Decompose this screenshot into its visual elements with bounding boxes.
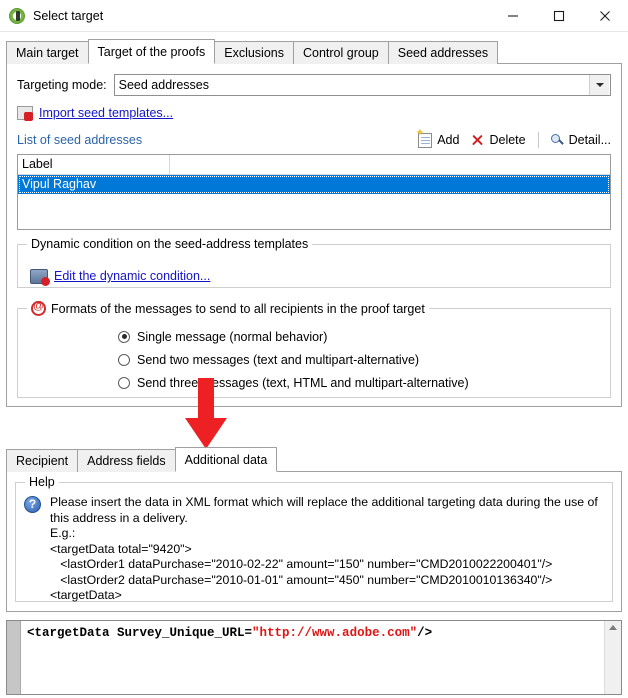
formats-group-title-text: Formats of the messages to send to all r… (51, 302, 425, 316)
seed-list-title: List of seed addresses (17, 133, 142, 147)
help-group: Help Please insert the data in XML forma… (15, 482, 613, 602)
dynamic-condition-group-title: Dynamic condition on the seed-address te… (27, 237, 312, 251)
help-body: Please insert the data in XML format whi… (24, 495, 604, 604)
import-seed-templates-row[interactable]: Import seed templates... (17, 105, 611, 121)
minimize-icon[interactable] (490, 0, 536, 31)
delete-button[interactable]: Delete (471, 133, 525, 147)
help-example-line-2: <lastOrder1 dataPurchase="2010-02-22" am… (50, 557, 604, 573)
format-options: Single message (normal behavior) Send tw… (18, 309, 610, 394)
maximize-icon[interactable] (536, 0, 582, 31)
code-suffix: /> (417, 626, 432, 640)
tab-exclusions[interactable]: Exclusions (214, 41, 294, 64)
editor-content[interactable]: <targetData Survey_Unique_URL="http://ww… (21, 621, 604, 694)
seed-address-list[interactable]: Label Vipul Raghav (17, 154, 611, 230)
at-sign-icon (31, 301, 46, 316)
magnifier-icon (551, 134, 564, 147)
help-paragraph: Please insert the data in XML format whi… (50, 495, 604, 526)
seed-list-toolbar: List of seed addresses Add Delete Detail… (17, 129, 611, 151)
select-target-dialog: Select target Main target Target of the … (0, 0, 628, 698)
tab-address-fields[interactable]: Address fields (77, 449, 176, 472)
targeting-mode-row: Targeting mode: Seed addresses (17, 74, 611, 96)
window-controls (490, 0, 628, 31)
help-group-title: Help (25, 475, 59, 489)
targeting-mode-select[interactable]: Seed addresses (114, 74, 611, 96)
edit-dynamic-condition-row[interactable]: Edit the dynamic condition... (18, 254, 610, 284)
close-icon[interactable] (582, 0, 628, 31)
help-icon (24, 496, 41, 513)
edit-condition-icon (30, 269, 48, 284)
editor-scrollbar[interactable] (604, 621, 621, 694)
detail-button-label: Detail... (569, 133, 611, 147)
column-header-empty[interactable] (170, 155, 610, 174)
help-example-line-4: <targetData> (50, 588, 604, 604)
formats-group: Formats of the messages to send to all r… (17, 308, 611, 398)
formats-group-title: Formats of the messages to send to all r… (27, 301, 429, 316)
add-button-label: Add (437, 133, 459, 147)
target-of-proofs-panel: Targeting mode: Seed addresses Import se… (6, 64, 622, 407)
title-bar: Select target (0, 0, 628, 32)
tab-recipient[interactable]: Recipient (6, 449, 78, 472)
targeting-mode-label: Targeting mode: (17, 78, 107, 92)
radio-indicator-two[interactable] (118, 354, 130, 366)
tab-additional-data[interactable]: Additional data (175, 447, 278, 472)
dynamic-condition-group: Dynamic condition on the seed-address te… (17, 244, 611, 288)
red-x-icon (471, 134, 484, 147)
editor-gutter (7, 621, 21, 694)
help-text: Please insert the data in XML format whi… (50, 495, 604, 604)
targeting-mode-value: Seed addresses (115, 78, 589, 92)
address-detail-section: Recipient Address fields Additional data… (0, 447, 628, 698)
tab-main-target[interactable]: Main target (6, 41, 89, 64)
app-icon (9, 8, 25, 24)
detail-button[interactable]: Detail... (551, 133, 611, 147)
import-seed-templates-link[interactable]: Import seed templates... (39, 106, 173, 120)
additional-data-panel: Help Please insert the data in XML forma… (6, 472, 622, 612)
xml-code-editor[interactable]: <targetData Survey_Unique_URL="http://ww… (6, 620, 622, 695)
delete-button-label: Delete (489, 133, 525, 147)
toolbar-divider (538, 132, 539, 148)
detail-tabs: Recipient Address fields Additional data (0, 447, 628, 472)
add-button[interactable]: Add (418, 133, 459, 148)
radio-indicator-single[interactable] (118, 331, 130, 343)
list-header: Label (18, 155, 610, 175)
radio-label-two: Send two messages (text and multipart-al… (137, 353, 419, 367)
tab-target-of-the-proofs[interactable]: Target of the proofs (88, 39, 216, 64)
code-prefix: <targetData Survey_Unique_URL= (27, 626, 252, 640)
list-item[interactable]: Vipul Raghav (18, 175, 610, 194)
column-header-label[interactable]: Label (18, 155, 170, 174)
code-value: "http://www.adobe.com" (252, 626, 417, 640)
import-template-icon (17, 106, 33, 120)
radio-two-messages[interactable]: Send two messages (text and multipart-al… (118, 348, 610, 371)
radio-single-message[interactable]: Single message (normal behavior) (118, 325, 610, 348)
radio-indicator-three[interactable] (118, 377, 130, 389)
tab-control-group[interactable]: Control group (293, 41, 389, 64)
main-tabs: Main target Target of the proofs Exclusi… (0, 39, 628, 64)
tab-seed-addresses[interactable]: Seed addresses (388, 41, 498, 64)
help-example-line-1: <targetData total="9420"> (50, 542, 604, 558)
window-title: Select target (33, 9, 103, 23)
edit-dynamic-condition-link[interactable]: Edit the dynamic condition... (54, 269, 210, 283)
scroll-up-icon[interactable] (609, 625, 617, 630)
radio-label-single: Single message (normal behavior) (137, 330, 327, 344)
red-down-arrow (183, 378, 229, 451)
new-page-icon (418, 133, 432, 148)
chevron-down-icon[interactable] (589, 75, 609, 95)
help-eg-label: E.g.: (50, 526, 604, 542)
help-example-line-3: <lastOrder2 dataPurchase="2010-01-01" am… (50, 573, 604, 589)
